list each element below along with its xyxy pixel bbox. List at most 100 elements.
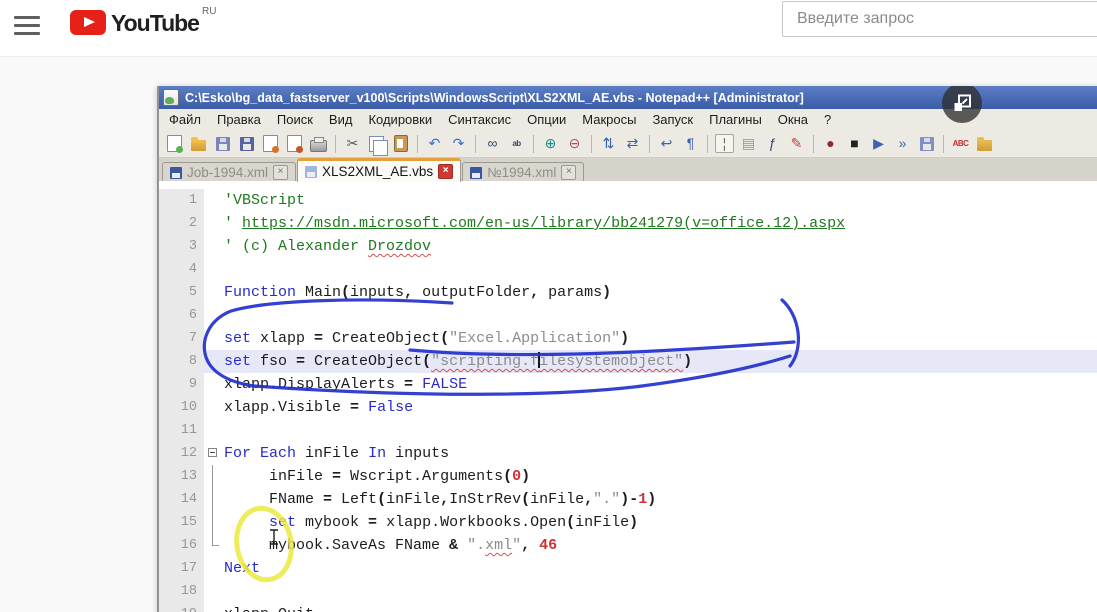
tab-close-icon[interactable]: ×	[273, 165, 289, 180]
fold-marker-end	[204, 534, 222, 557]
code-segment: =	[332, 468, 342, 485]
open-file-icon[interactable]	[189, 134, 208, 153]
code-segment: InStrRev	[449, 491, 522, 508]
zoom-in-icon[interactable]: ⊕	[541, 134, 560, 153]
code-segment: ,	[530, 284, 540, 301]
code-segment: 0	[512, 468, 522, 485]
code-segment: '	[224, 215, 243, 232]
spell-check-icon[interactable]: ABC	[951, 134, 970, 153]
menu-item-3[interactable]: Вид	[321, 110, 361, 129]
fold-marker-vline	[204, 511, 222, 534]
menu-item-11[interactable]: ?	[816, 110, 839, 129]
print-icon[interactable]	[309, 134, 328, 153]
youtube-logo[interactable]: YouTube RU	[70, 6, 216, 37]
code-segment: CreateObject	[305, 353, 423, 370]
tab-close-icon[interactable]: ×	[561, 165, 577, 180]
sync-scroll-vertical-icon[interactable]: ⇅	[599, 134, 618, 153]
menu-item-9[interactable]: Плагины	[701, 110, 770, 129]
code-segment: Left	[332, 491, 378, 508]
menu-item-1[interactable]: Правка	[209, 110, 269, 129]
sync-scroll-horizontal-icon[interactable]: ⇄	[623, 134, 642, 153]
tab-XLS2XML_AE.vbs[interactable]: XLS2XML_AE.vbs ×	[297, 158, 462, 182]
menu-item-5[interactable]: Синтаксис	[440, 110, 519, 129]
menu-item-4[interactable]: Кодировки	[360, 110, 440, 129]
code-segment: inputs	[386, 445, 450, 462]
redo-icon[interactable]: ↷	[449, 134, 468, 153]
code-segment: ,	[404, 284, 414, 301]
fold-marker-vline	[204, 465, 222, 488]
menu-item-7[interactable]: Макросы	[574, 110, 644, 129]
menu-item-2[interactable]: Поиск	[269, 110, 321, 129]
document-map-icon[interactable]: ▤	[739, 134, 758, 153]
line-number: 3	[159, 235, 204, 258]
code-text: Function Main(inputs, outputFolder, para…	[222, 281, 1097, 304]
macro-run-multiple-icon[interactable]: »	[893, 134, 912, 153]
tab-Job-1994.xml[interactable]: Job-1994.xml ×	[162, 162, 297, 182]
code-segment: )	[683, 353, 693, 370]
video-player[interactable]: C:\Esko\bg_data_fastserver_v100\Scripts\…	[157, 86, 1097, 612]
code-segment: inFile	[530, 491, 585, 508]
indent-guide-icon[interactable]: ¦	[715, 134, 734, 153]
code-segment: xlapp.DisplayAlerts	[224, 376, 405, 393]
find-icon[interactable]: ∞	[483, 134, 502, 153]
code-segment: xlapp	[251, 330, 315, 347]
macro-stop-icon[interactable]: ■	[845, 134, 864, 153]
save-icon[interactable]	[213, 134, 232, 153]
code-segment: )	[620, 491, 630, 508]
menu-item-6[interactable]: Опции	[519, 110, 574, 129]
macro-record-icon[interactable]: ●	[821, 134, 840, 153]
hamburger-menu-icon[interactable]	[14, 16, 40, 38]
line-number: 10	[159, 396, 204, 419]
code-text: ' https://msdn.microsoft.com/en-us/libra…	[222, 212, 1097, 235]
code-segment: =	[404, 376, 414, 393]
code-segment: xlapp.Visible	[224, 399, 351, 416]
new-file-icon[interactable]	[165, 134, 184, 153]
close-doc-icon[interactable]	[261, 134, 280, 153]
search-input[interactable]	[782, 1, 1097, 37]
code-segment: "."	[593, 491, 621, 508]
code-segment: In	[368, 445, 387, 462]
cut-icon[interactable]: ✂	[343, 134, 362, 153]
save-all-icon[interactable]	[237, 134, 256, 153]
code-segment: (	[566, 514, 576, 531]
tab-label: XLS2XML_AE.vbs	[322, 164, 434, 179]
code-segment: =	[350, 399, 360, 416]
line-number: 5	[159, 281, 204, 304]
line-number: 16	[159, 534, 204, 557]
function-list-icon[interactable]: ƒ	[763, 134, 782, 153]
fold-marker-box[interactable]	[204, 442, 222, 465]
menu-item-8[interactable]: Запуск	[644, 110, 701, 129]
menu-item-10[interactable]: Окна	[770, 110, 816, 129]
close-all-icon[interactable]	[285, 134, 304, 153]
toolbar-separator	[649, 134, 650, 153]
paste-icon[interactable]	[391, 134, 410, 153]
word-wrap-icon[interactable]: ↩	[657, 134, 676, 153]
copy-icon[interactable]	[367, 134, 388, 156]
macro-play-icon[interactable]: ▶	[869, 134, 888, 153]
code-editor[interactable]: 1 'VBScript 2 ' https://msdn.microsoft.com/…	[159, 181, 1097, 612]
code-segment: https://msdn.microsoft.com/en-us/library…	[242, 215, 846, 232]
code-segment: (	[503, 468, 513, 485]
fold-margin	[204, 235, 222, 258]
code-segment: =	[314, 330, 324, 347]
page: YouTube RU C:\Esko\bg_data_fastserver_v1…	[0, 0, 1097, 612]
folder-as-workspace-icon[interactable]: ✎	[787, 134, 806, 153]
undo-icon[interactable]: ↶	[425, 134, 444, 153]
popout-icon	[954, 94, 971, 111]
code-segment: Wscript.Arguments	[341, 468, 504, 485]
tab-close-icon[interactable]: ×	[438, 164, 454, 179]
tab-№1994.xml[interactable]: №1994.xml ×	[462, 162, 585, 182]
zoom-out-icon[interactable]: ⊖	[565, 134, 584, 153]
line-number: 13	[159, 465, 204, 488]
macro-save-icon[interactable]	[917, 134, 936, 153]
show-all-characters-icon[interactable]: ¶	[681, 134, 700, 153]
code-segment: -	[629, 491, 639, 508]
code-line-6: 6	[159, 304, 1097, 327]
open-containing-folder-icon[interactable]	[975, 134, 994, 153]
code-text: set mybook = xlapp.Workbooks.Open(inFile…	[222, 511, 1097, 534]
replace-icon[interactable]: ab	[507, 134, 526, 153]
menu-item-0[interactable]: Файл	[161, 110, 209, 129]
code-line-3: 3 ' (c) Alexander Drozdov	[159, 235, 1097, 258]
